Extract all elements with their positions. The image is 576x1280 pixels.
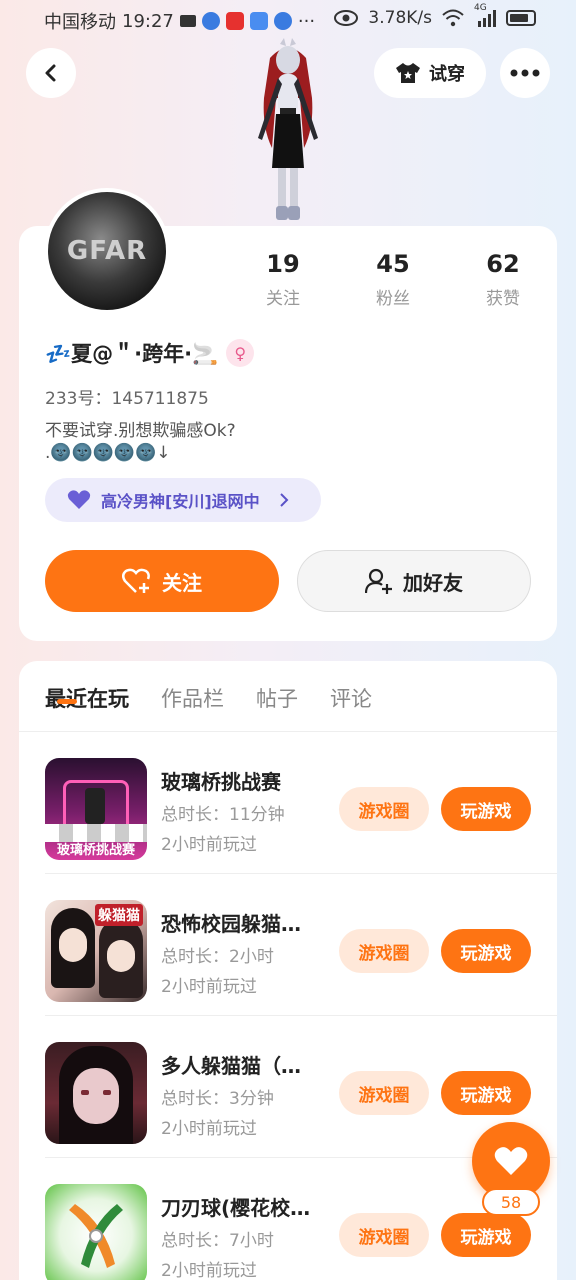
tab-works[interactable]: 作品栏 — [161, 683, 224, 713]
game-last-played: 2小时前玩过 — [161, 977, 257, 997]
heart-icon — [494, 1147, 528, 1175]
app-notify-icon — [225, 12, 244, 30]
battery-icon — [506, 10, 536, 26]
game-last-played: 2小时前玩过 — [161, 1261, 257, 1280]
game-circle-button[interactable]: 游戏圈 — [339, 1213, 429, 1257]
game-circle-button[interactable]: 游戏圈 — [339, 929, 429, 973]
chevron-left-icon — [45, 64, 56, 82]
game-thumbnail[interactable] — [45, 1042, 147, 1144]
bio-line-1: 不要试穿.别想欺骗感Ok? — [45, 421, 236, 441]
game-row[interactable]: 多人躲猫猫（… 总时长：3分钟 2小时前玩过 游戏圈 玩游戏 — [19, 1016, 557, 1158]
more-notifications: ··· — [297, 10, 316, 32]
eye-icon — [334, 10, 359, 26]
music-icon — [273, 12, 292, 30]
game-duration: 总时长：2小时 — [161, 947, 274, 967]
user-id: 233号：145711875 — [45, 389, 209, 409]
more-button[interactable] — [500, 48, 550, 98]
game-title: 玻璃桥挑战赛 — [161, 770, 281, 794]
game-duration: 总时长：3分钟 — [161, 1089, 274, 1109]
add-friend-label: 加好友 — [403, 570, 463, 595]
video-icon — [179, 15, 196, 27]
likes-label: 获赞 — [486, 289, 520, 309]
game-thumbnail[interactable] — [45, 1184, 147, 1280]
tab-posts[interactable]: 帖子 — [256, 683, 298, 713]
game-duration: 总时长：11分钟 — [161, 805, 285, 825]
tab-recently-played[interactable]: 最近在玩 — [45, 683, 129, 713]
stat-fans[interactable]: 45 粉丝 — [353, 250, 433, 309]
wifi-icon — [442, 9, 464, 27]
browser-icon — [201, 12, 220, 30]
avatar[interactable]: GFAR — [44, 188, 170, 314]
try-on-label: 试穿 — [429, 64, 465, 85]
clock: 19:27 — [122, 10, 174, 32]
game-circle-button[interactable]: 游戏圈 — [339, 787, 429, 831]
signal-icon: 4G — [474, 3, 496, 27]
likes-count: 62 — [486, 250, 520, 278]
blade-ball-icon — [69, 1204, 123, 1268]
relationship-tag[interactable]: 高冷男神[安川]退网中 — [45, 478, 321, 522]
play-game-button[interactable]: 玩游戏 — [441, 787, 531, 831]
status-right: 3.78K/s 4G — [334, 3, 536, 28]
tab-bar: 最近在玩 作品栏 帖子 评论 — [45, 683, 372, 713]
add-user-icon — [365, 568, 392, 594]
nickname-row: 💤夏@＂·跨年·🚬 ♀ — [45, 338, 255, 368]
follow-button[interactable]: 关注 — [45, 550, 279, 612]
play-game-button[interactable]: 玩游戏 — [441, 1213, 531, 1257]
follow-label: 关注 — [162, 570, 202, 595]
game-last-played: 2小时前玩过 — [161, 835, 257, 855]
avatar-figure[interactable] — [240, 38, 336, 228]
game-last-played: 2小时前玩过 — [161, 1119, 257, 1139]
stat-following[interactable]: 19 关注 — [243, 250, 323, 309]
bio-line-2: .🌚🌚🌚🌚🌚↓ — [45, 443, 171, 463]
back-button[interactable] — [26, 48, 76, 98]
profile-stats: 19 关注 45 粉丝 62 获赞 — [243, 250, 543, 309]
tshirt-icon — [396, 63, 420, 83]
game-thumbnail[interactable]: 躲猫猫 — [45, 900, 147, 1002]
female-icon: ♀ — [226, 339, 255, 367]
more-dots-icon — [510, 69, 540, 77]
add-friend-button[interactable]: 加好友 — [297, 550, 531, 612]
status-left: 中国移动 19:27 ··· — [44, 8, 315, 34]
stat-likes[interactable]: 62 获赞 — [463, 250, 543, 309]
fans-count: 45 — [376, 250, 410, 278]
cloud-icon — [249, 12, 268, 30]
game-title: 刀刃球(樱花校… — [161, 1196, 311, 1220]
following-count: 19 — [266, 250, 300, 278]
carrier-label: 中国移动 — [44, 12, 116, 33]
game-thumbnail-label: 玻璃桥挑战赛 — [56, 843, 135, 858]
nickname: 💤夏@＂·跨年·🚬 — [45, 342, 219, 366]
game-circle-button[interactable]: 游戏圈 — [339, 1071, 429, 1115]
chevron-right-icon — [279, 493, 289, 507]
play-game-button[interactable]: 玩游戏 — [441, 1071, 531, 1115]
heart-plus-icon — [122, 568, 150, 593]
like-count: 58 — [482, 1188, 540, 1216]
game-row[interactable]: 玻璃桥挑战赛 玻璃桥挑战赛 总时长：11分钟 2小时前玩过 游戏圈 玩游戏 — [19, 732, 557, 874]
game-row[interactable]: 躲猫猫 恐怖校园躲猫… 总时长：2小时 2小时前玩过 游戏圈 玩游戏 — [19, 874, 557, 1016]
network-type-label: 4G — [474, 3, 487, 13]
avatar-image: GFAR — [48, 192, 166, 310]
relationship-tag-label: 高冷男神[安川]退网中 — [101, 492, 260, 511]
activity-card: 最近在玩 作品栏 帖子 评论 玻璃桥挑战赛 玻璃桥挑战赛 总时长：11分钟 2小… — [19, 661, 557, 1280]
following-label: 关注 — [266, 289, 300, 309]
game-thumbnail[interactable]: 玻璃桥挑战赛 — [45, 758, 147, 860]
game-thumbnail-label: 躲猫猫 — [95, 904, 143, 926]
play-game-button[interactable]: 玩游戏 — [441, 929, 531, 973]
try-on-button[interactable]: 试穿 — [374, 48, 486, 98]
bio: 不要试穿.别想欺骗感Ok? .🌚🌚🌚🌚🌚↓ — [45, 420, 236, 464]
game-title: 多人躲猫猫（… — [161, 1054, 301, 1078]
fans-label: 粉丝 — [376, 289, 410, 309]
status-bar: 中国移动 19:27 ··· 3.78K/s 4G — [0, 0, 576, 40]
network-speed: 3.78K/s — [368, 8, 432, 28]
heart-icon — [67, 490, 91, 509]
tab-comments[interactable]: 评论 — [330, 683, 372, 713]
game-duration: 总时长：7小时 — [161, 1231, 274, 1251]
game-title: 恐怖校园躲猫… — [161, 912, 301, 936]
tab-indicator — [57, 699, 77, 704]
